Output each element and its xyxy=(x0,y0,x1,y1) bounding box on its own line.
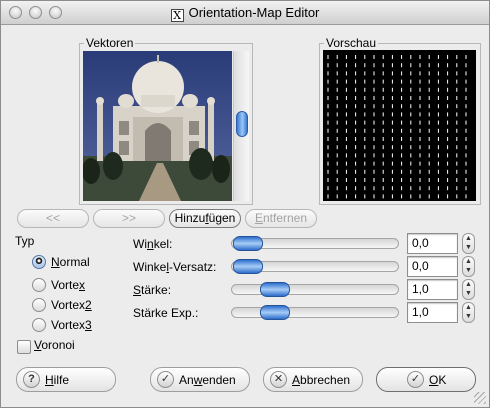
window-title-wrap: X Orientation-Map Editor xyxy=(1,5,489,22)
question-icon: ? xyxy=(23,371,40,388)
vectors-vertical-scrollbar[interactable] xyxy=(233,51,249,201)
vector-source-image[interactable] xyxy=(83,51,232,201)
radio-normal-label: Normal xyxy=(51,255,90,269)
cancel-button[interactable]: ✕ Abbrechen xyxy=(263,367,363,392)
preview-label: Vorschau xyxy=(324,36,379,50)
radio-normal-indicator[interactable] xyxy=(32,255,46,269)
x-icon: ✕ xyxy=(270,371,287,388)
angle-label: Winkel: xyxy=(133,237,173,251)
strength-exponent-spin-buttons[interactable]: ▲ ▼ xyxy=(462,302,475,323)
strength-slider[interactable] xyxy=(231,282,399,297)
angle-offset-label: Winkel-Versatz: xyxy=(133,260,217,274)
help-button[interactable]: ? Hilfe xyxy=(16,367,116,392)
preview-canvas xyxy=(323,50,476,201)
orientation-preview-lines xyxy=(327,55,467,199)
resize-grip-icon[interactable] xyxy=(474,392,486,404)
next-vector-button[interactable]: >> xyxy=(93,209,165,228)
vectors-scrollbar-thumb[interactable] xyxy=(236,111,248,137)
radio-vortex3-indicator[interactable] xyxy=(32,318,46,332)
type-label: Typ xyxy=(15,234,35,248)
strength-exponent-slider[interactable] xyxy=(231,305,399,320)
angle-spin-buttons[interactable]: ▲ ▼ xyxy=(462,233,475,254)
radio-vortex-indicator[interactable] xyxy=(32,278,46,292)
strength-exponent-slider-thumb[interactable] xyxy=(260,305,291,320)
voronoi-checkbox[interactable] xyxy=(17,340,31,354)
strength-slider-thumb[interactable] xyxy=(260,282,291,297)
add-vector-button[interactable]: Hinzufügen xyxy=(169,209,241,228)
radio-vortex-label: Vortex xyxy=(51,278,86,292)
window-title: Orientation-Map Editor xyxy=(188,5,320,20)
radio-vortex2-indicator[interactable] xyxy=(32,298,46,312)
x11-icon: X xyxy=(170,9,184,22)
angle-slider[interactable] xyxy=(231,236,399,251)
strength-exponent-label: Stärke Exp.: xyxy=(133,306,199,320)
angle-value-field[interactable]: 0,0 xyxy=(407,233,458,254)
voronoi-label[interactable]: Voronoi xyxy=(34,338,75,352)
angle-offset-slider[interactable] xyxy=(231,259,399,274)
checkmark-icon: ✓ xyxy=(157,371,174,388)
angle-offset-slider-thumb[interactable] xyxy=(233,259,263,274)
radio-vortex2-label: Vortex2 xyxy=(51,298,92,312)
angle-offset-spin-buttons[interactable]: ▲ ▼ xyxy=(462,256,475,277)
remove-vector-button[interactable]: Entfernen xyxy=(245,209,317,228)
taj-mahal-image xyxy=(83,51,232,201)
strength-exponent-value-field[interactable]: 1,0 xyxy=(407,302,458,323)
radio-vortex3-label: Vortex3 xyxy=(51,318,92,332)
strength-value-field[interactable]: 1,0 xyxy=(407,279,458,300)
angle-offset-value-field[interactable]: 0,0 xyxy=(407,256,458,277)
angle-slider-thumb[interactable] xyxy=(233,236,263,251)
apply-button[interactable]: ✓ Anwenden xyxy=(150,367,250,392)
ok-checkmark-icon: ✓ xyxy=(407,371,424,388)
strength-label: Stärke: xyxy=(133,283,172,297)
vectors-label: Vektoren xyxy=(84,36,136,50)
previous-vector-button[interactable]: << xyxy=(17,209,89,228)
orientation-map-editor-window: X Orientation-Map Editor Vektoren Vorsch… xyxy=(0,0,490,408)
strength-spin-buttons[interactable]: ▲ ▼ xyxy=(462,279,475,300)
title-bar[interactable]: X Orientation-Map Editor xyxy=(1,1,489,25)
ok-button[interactable]: ✓ OK xyxy=(376,367,476,392)
